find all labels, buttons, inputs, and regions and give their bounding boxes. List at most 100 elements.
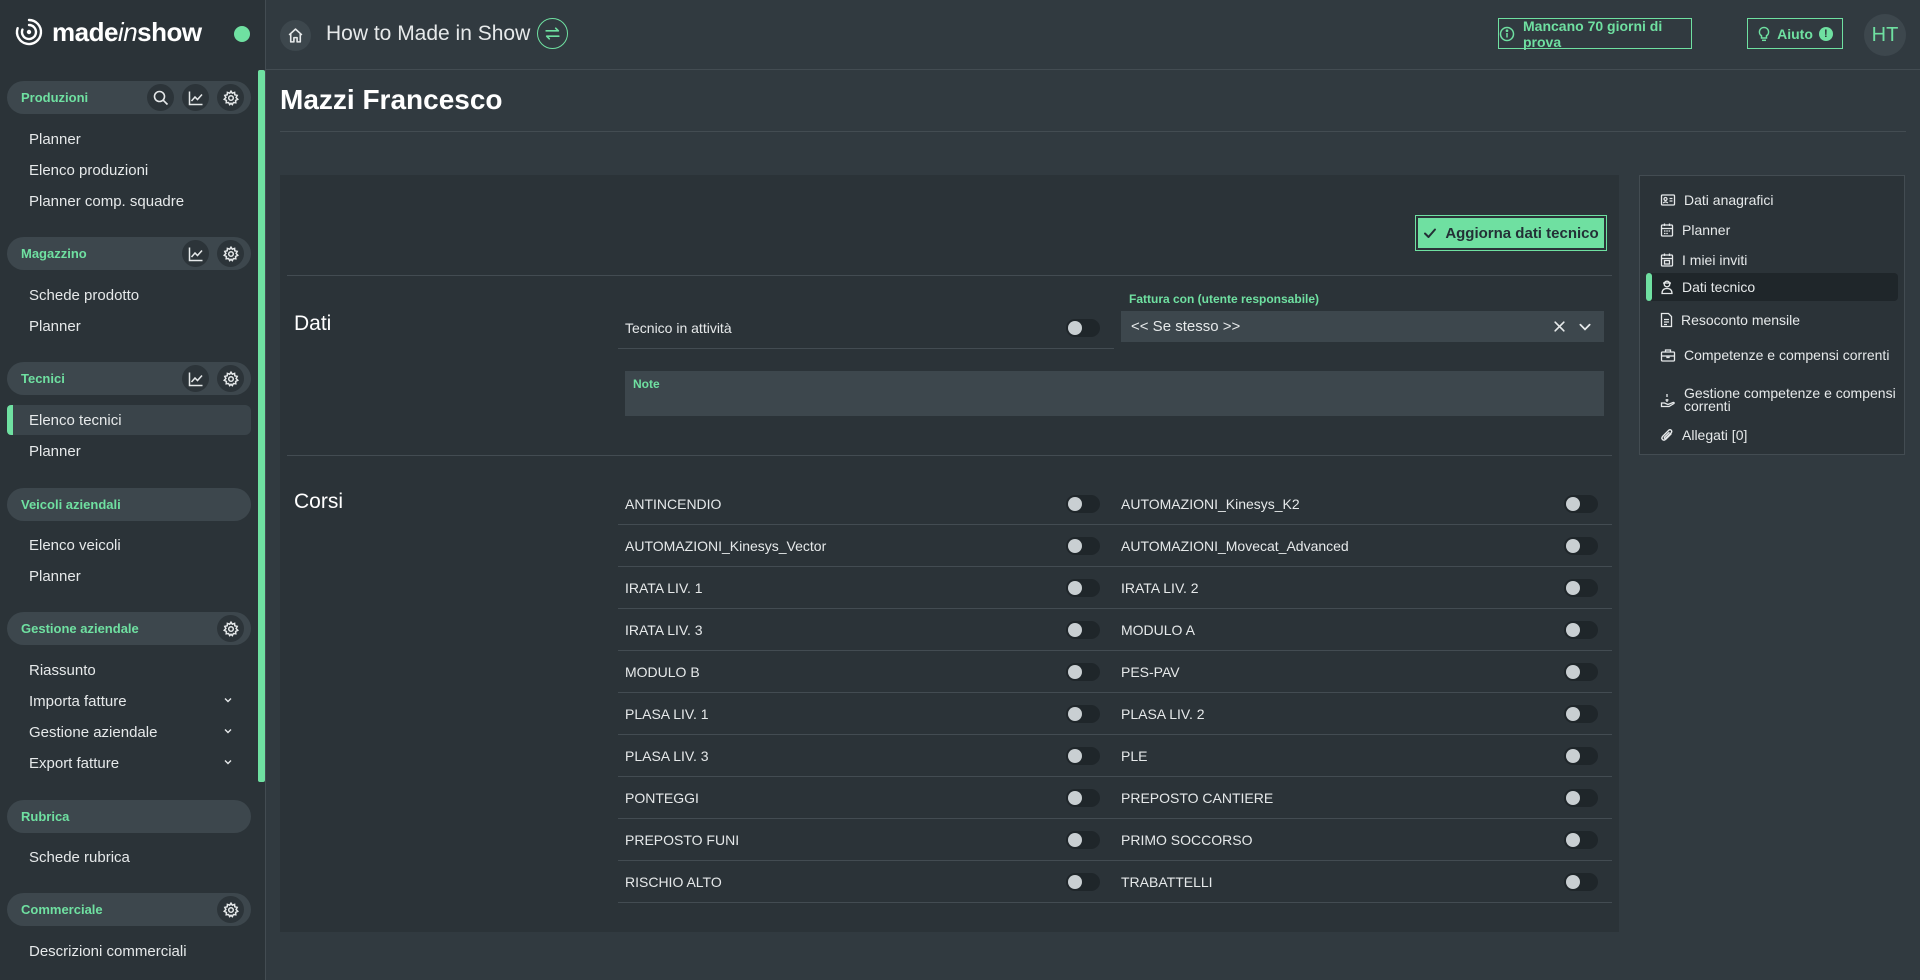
course-row: PLASA LIV. 1 xyxy=(618,693,1114,735)
paperclip-icon xyxy=(1660,427,1674,443)
check-icon xyxy=(1423,226,1437,240)
home-button[interactable] xyxy=(280,20,311,51)
document-icon xyxy=(1660,312,1673,328)
course-toggle[interactable] xyxy=(1066,620,1100,639)
brand-name: madeinshow xyxy=(52,16,202,47)
update-technician-label: Aggiorna dati tecnico xyxy=(1445,224,1599,242)
course-label: PREPOSTO FUNI xyxy=(625,831,740,848)
sidebar-item-schede-prodotto[interactable]: Schede prodotto xyxy=(7,280,251,310)
course-row: IRATA LIV. 2 xyxy=(1114,567,1612,609)
course-toggle[interactable] xyxy=(1564,788,1598,807)
detail-side-nav: Dati anagrafici Planner I miei inviti Da… xyxy=(1639,175,1905,455)
course-row: AUTOMAZIONI_Kinesys_K2 xyxy=(1114,483,1612,525)
course-row: RISCHIO ALTO xyxy=(618,861,1114,903)
gear-icon[interactable] xyxy=(217,84,244,111)
course-toggle[interactable] xyxy=(1066,830,1100,849)
hand-coin-icon xyxy=(1660,392,1676,408)
course-row: PLASA LIV. 2 xyxy=(1114,693,1612,735)
sidebar-section-magazzino[interactable]: Magazzino xyxy=(7,237,251,270)
sidebar-item-importa-fatture[interactable]: Importa fatture xyxy=(7,686,251,716)
course-label: PLASA LIV. 1 xyxy=(625,705,709,722)
sidebar-item-export-fatture[interactable]: Export fatture xyxy=(7,748,251,778)
sidebar-item-planner[interactable]: Planner xyxy=(7,561,251,591)
course-toggle[interactable] xyxy=(1066,578,1100,597)
trend-chart-icon[interactable] xyxy=(182,365,209,392)
gear-icon[interactable] xyxy=(217,615,244,642)
sidebar-section-tecnici[interactable]: Tecnici xyxy=(7,362,251,395)
course-label: PLASA LIV. 3 xyxy=(625,747,709,764)
course-label: MODULO A xyxy=(1121,621,1195,638)
sidebar-section-rubrica[interactable]: Rubrica xyxy=(7,800,251,833)
tecnico-in-attivita-toggle[interactable] xyxy=(1066,318,1100,337)
sidebar-item-riassunto[interactable]: Riassunto xyxy=(7,655,251,685)
help-label: Aiuto xyxy=(1777,25,1813,42)
side-nav-i-miei-inviti[interactable]: I miei inviti xyxy=(1646,246,1898,274)
gear-icon[interactable] xyxy=(217,896,244,923)
course-row: MODULO B xyxy=(618,651,1114,693)
switch-company-button[interactable] xyxy=(537,18,568,49)
course-toggle[interactable] xyxy=(1564,830,1598,849)
tecnico-in-attivita-row: Tecnico in attività xyxy=(618,307,1114,349)
side-nav-gestione-competenze[interactable]: Gestione competenze e compensi correnti xyxy=(1646,379,1898,421)
sidebar-item-planner-comp-squadre[interactable]: Planner comp. squadre xyxy=(7,186,251,216)
sidebar-section-veicoli-aziendali[interactable]: Veicoli aziendali xyxy=(7,488,251,521)
course-toggle[interactable] xyxy=(1066,704,1100,723)
course-toggle[interactable] xyxy=(1564,578,1598,597)
side-nav-allegati[interactable]: Allegati [0] xyxy=(1646,421,1898,449)
help-button[interactable]: Aiuto ! xyxy=(1747,18,1843,49)
course-toggle[interactable] xyxy=(1066,746,1100,765)
fattura-con-select[interactable]: << Se stesso >> xyxy=(1121,311,1604,342)
course-toggle[interactable] xyxy=(1564,536,1598,555)
sidebar-section-gestione-aziendale[interactable]: Gestione aziendale xyxy=(7,612,251,645)
course-toggle[interactable] xyxy=(1066,872,1100,891)
course-toggle[interactable] xyxy=(1066,788,1100,807)
side-nav-planner[interactable]: Planner xyxy=(1646,216,1898,244)
side-nav-dati-tecnico[interactable]: Dati tecnico xyxy=(1646,273,1898,301)
corsi-heading: Corsi xyxy=(294,490,344,513)
trend-chart-icon[interactable] xyxy=(182,84,209,111)
course-label: TRABATTELLI xyxy=(1121,873,1213,890)
course-toggle[interactable] xyxy=(1564,662,1598,681)
course-toggle[interactable] xyxy=(1066,662,1100,681)
sidebar-item-planner[interactable]: Planner xyxy=(7,436,251,466)
course-toggle[interactable] xyxy=(1564,704,1598,723)
course-label: AUTOMAZIONI_Kinesys_K2 xyxy=(1121,495,1300,512)
note-field[interactable]: Note xyxy=(625,371,1604,416)
trend-chart-icon[interactable] xyxy=(182,240,209,267)
course-label: PLE xyxy=(1121,747,1148,764)
sidebar-item-elenco-produzioni[interactable]: Elenco produzioni xyxy=(7,155,251,185)
clear-icon[interactable] xyxy=(1553,320,1566,333)
course-toggle[interactable] xyxy=(1066,494,1100,513)
update-technician-button[interactable]: Aggiorna dati tecnico xyxy=(1415,215,1607,251)
chevron-down-icon[interactable] xyxy=(1578,320,1592,334)
sidebar-scrollbar[interactable] xyxy=(258,70,265,782)
sidebar-item-planner[interactable]: Planner xyxy=(7,311,251,341)
sidebar-section-produzioni[interactable]: Produzioni xyxy=(7,81,251,114)
gear-icon[interactable] xyxy=(217,365,244,392)
sidebar-section-commerciale[interactable]: Commerciale xyxy=(7,893,251,926)
side-nav-competenze-compensi[interactable]: Competenze e compensi correnti xyxy=(1646,334,1898,376)
course-row: ANTINCENDIO xyxy=(618,483,1114,525)
sidebar-item-schede-rubrica[interactable]: Schede rubrica xyxy=(7,842,251,872)
trial-days-button[interactable]: Mancano 70 giorni di prova xyxy=(1498,18,1692,50)
note-label: Note xyxy=(633,377,660,391)
sidebar-item-elenco-tecnici[interactable]: Elenco tecnici xyxy=(7,405,251,435)
course-toggle[interactable] xyxy=(1564,746,1598,765)
gear-icon[interactable] xyxy=(217,240,244,267)
course-row: TRABATTELLI xyxy=(1114,861,1612,903)
course-toggle[interactable] xyxy=(1564,872,1598,891)
sidebar-item-descrizioni-commerciali[interactable]: Descrizioni commerciali xyxy=(7,936,251,966)
sidebar-item-elenco-veicoli[interactable]: Elenco veicoli xyxy=(7,530,251,560)
course-toggle[interactable] xyxy=(1564,620,1598,639)
sidebar-item-planner[interactable]: Planner xyxy=(7,124,251,154)
side-nav-resoconto-mensile[interactable]: Resoconto mensile xyxy=(1646,306,1898,334)
course-toggle[interactable] xyxy=(1564,494,1598,513)
course-toggle[interactable] xyxy=(1066,536,1100,555)
brand-logo[interactable]: madeinshow xyxy=(14,14,202,50)
section-divider xyxy=(287,275,1612,276)
chevron-down-icon xyxy=(223,757,233,767)
side-nav-dati-anagrafici[interactable]: Dati anagrafici xyxy=(1646,186,1898,214)
user-avatar[interactable]: HT xyxy=(1864,14,1906,56)
sidebar-item-gestione-aziendale[interactable]: Gestione aziendale xyxy=(7,717,251,747)
search-icon[interactable] xyxy=(147,84,174,111)
